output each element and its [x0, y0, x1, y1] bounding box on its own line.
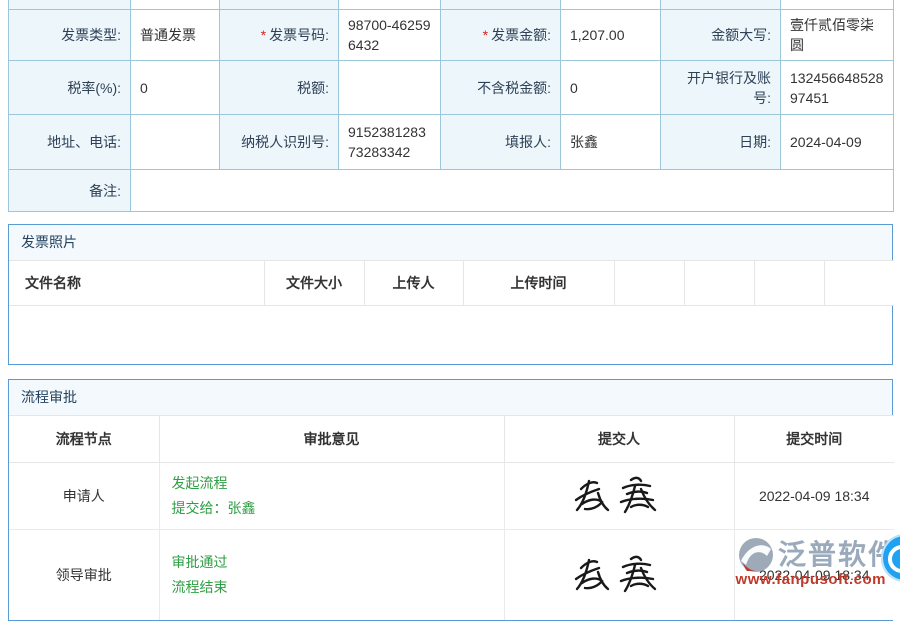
tax-amount-label: 税额:	[220, 61, 339, 115]
bank-account-label: 开户银行及账号:	[661, 61, 781, 115]
flow-node-column-header: 流程节点	[9, 416, 159, 463]
photos-empty-body	[9, 306, 892, 364]
approval-opinion-column-header: 审批意见	[159, 416, 504, 463]
tax-rate-value: 0	[131, 61, 220, 115]
approval-row-applicant: 申请人 发起流程 提交给：张鑫	[9, 463, 894, 530]
date-label: 日期:	[661, 115, 781, 170]
filler-label: 填报人:	[441, 115, 561, 170]
address-phone-label: 地址、电话:	[9, 115, 131, 170]
empty-column-header	[824, 261, 894, 306]
page-content: 发票类型: 普通发票 *发票号码: 98700-462596432 *发票金额:…	[8, 0, 893, 621]
amount-excl-tax-label: 不含税金额:	[441, 61, 561, 115]
process-approval-section: 流程审批 流程节点 审批意见 提交人 提交时间 申请人 发起流程 提交给：张鑫	[8, 379, 893, 621]
required-asterisk: *	[261, 27, 266, 43]
signature-image	[571, 553, 667, 597]
invoice-number-label: *发票号码:	[220, 10, 339, 61]
signature-image	[571, 474, 667, 518]
remark-value	[131, 170, 894, 212]
table-row: 地址、电话: 纳税人识别号: 915238128373283342 填报人: 张…	[9, 115, 894, 170]
file-name-column-header: 文件名称	[9, 261, 264, 306]
empty-column-header	[684, 261, 754, 306]
opinion-line: 提交给：张鑫	[172, 496, 492, 521]
empty-column-header	[614, 261, 684, 306]
address-phone-value	[131, 115, 220, 170]
tax-rate-label: 税率(%):	[9, 61, 131, 115]
submit-time-cell: 2022-04-09 18:34	[734, 463, 894, 530]
empty-column-header	[754, 261, 824, 306]
invoice-number-value: 98700-462596432	[339, 10, 441, 61]
approval-table: 流程节点 审批意见 提交人 提交时间 申请人 发起流程 提交给：张鑫	[9, 415, 894, 620]
amount-in-words-value: 壹仟贰佰零柒圆	[781, 10, 894, 61]
process-approval-section-title: 流程审批	[9, 380, 892, 415]
opinion-line: 流程结束	[172, 575, 492, 600]
submitter-signature-cell	[504, 463, 734, 530]
invoice-amount-value: 1,207.00	[561, 10, 661, 61]
fab-ring-icon	[888, 545, 900, 573]
tax-amount-value	[339, 61, 441, 115]
invoice-detail-table: 发票类型: 普通发票 *发票号码: 98700-462596432 *发票金额:…	[8, 0, 894, 212]
date-value: 2024-04-09	[781, 115, 894, 170]
approval-opinion-cell: 审批通过 流程结束	[159, 530, 504, 620]
submitter-signature-cell	[504, 530, 734, 620]
taxpayer-id-label: 纳税人识别号:	[220, 115, 339, 170]
opinion-line: 发起流程	[172, 471, 492, 496]
invoice-type-value: 普通发票	[131, 10, 220, 61]
invoice-photos-section: 发票照片 文件名称 文件大小 上传人 上传时间	[8, 224, 893, 365]
opinion-line: 审批通过	[172, 550, 492, 575]
amount-in-words-label: 金额大写:	[661, 10, 781, 61]
approval-header-row: 流程节点 审批意见 提交人 提交时间	[9, 416, 894, 463]
amount-excl-tax-value: 0	[561, 61, 661, 115]
flow-node-cell: 领导审批	[9, 530, 159, 620]
upload-time-column-header: 上传时间	[463, 261, 614, 306]
table-row: 税率(%): 0 税额: 不含税金额: 0 开户银行及账号: 132456648…	[9, 61, 894, 115]
uploader-column-header: 上传人	[364, 261, 463, 306]
invoice-photos-table: 文件名称 文件大小 上传人 上传时间	[9, 260, 894, 306]
invoice-amount-label: *发票金额:	[441, 10, 561, 61]
submit-time-cell: 2022-04-09 18:34	[734, 530, 894, 620]
flow-node-cell: 申请人	[9, 463, 159, 530]
table-row: 发票类型: 普通发票 *发票号码: 98700-462596432 *发票金额:…	[9, 10, 894, 61]
invoice-type-label: 发票类型:	[9, 10, 131, 61]
approval-row-leader: 领导审批 审批通过 流程结束	[9, 530, 894, 620]
bank-account-value: 13245664852897451	[781, 61, 894, 115]
photos-header-row: 文件名称 文件大小 上传人 上传时间	[9, 261, 894, 306]
table-row: 备注:	[9, 170, 894, 212]
taxpayer-id-value: 915238128373283342	[339, 115, 441, 170]
approval-opinion-cell: 发起流程 提交给：张鑫	[159, 463, 504, 530]
remark-label: 备注:	[9, 170, 131, 212]
submitter-column-header: 提交人	[504, 416, 734, 463]
invoice-photos-section-title: 发票照片	[9, 225, 892, 260]
file-size-column-header: 文件大小	[264, 261, 364, 306]
table-row-cutoff	[9, 0, 894, 10]
submit-time-column-header: 提交时间	[734, 416, 894, 463]
required-asterisk: *	[483, 27, 488, 43]
filler-value: 张鑫	[561, 115, 661, 170]
